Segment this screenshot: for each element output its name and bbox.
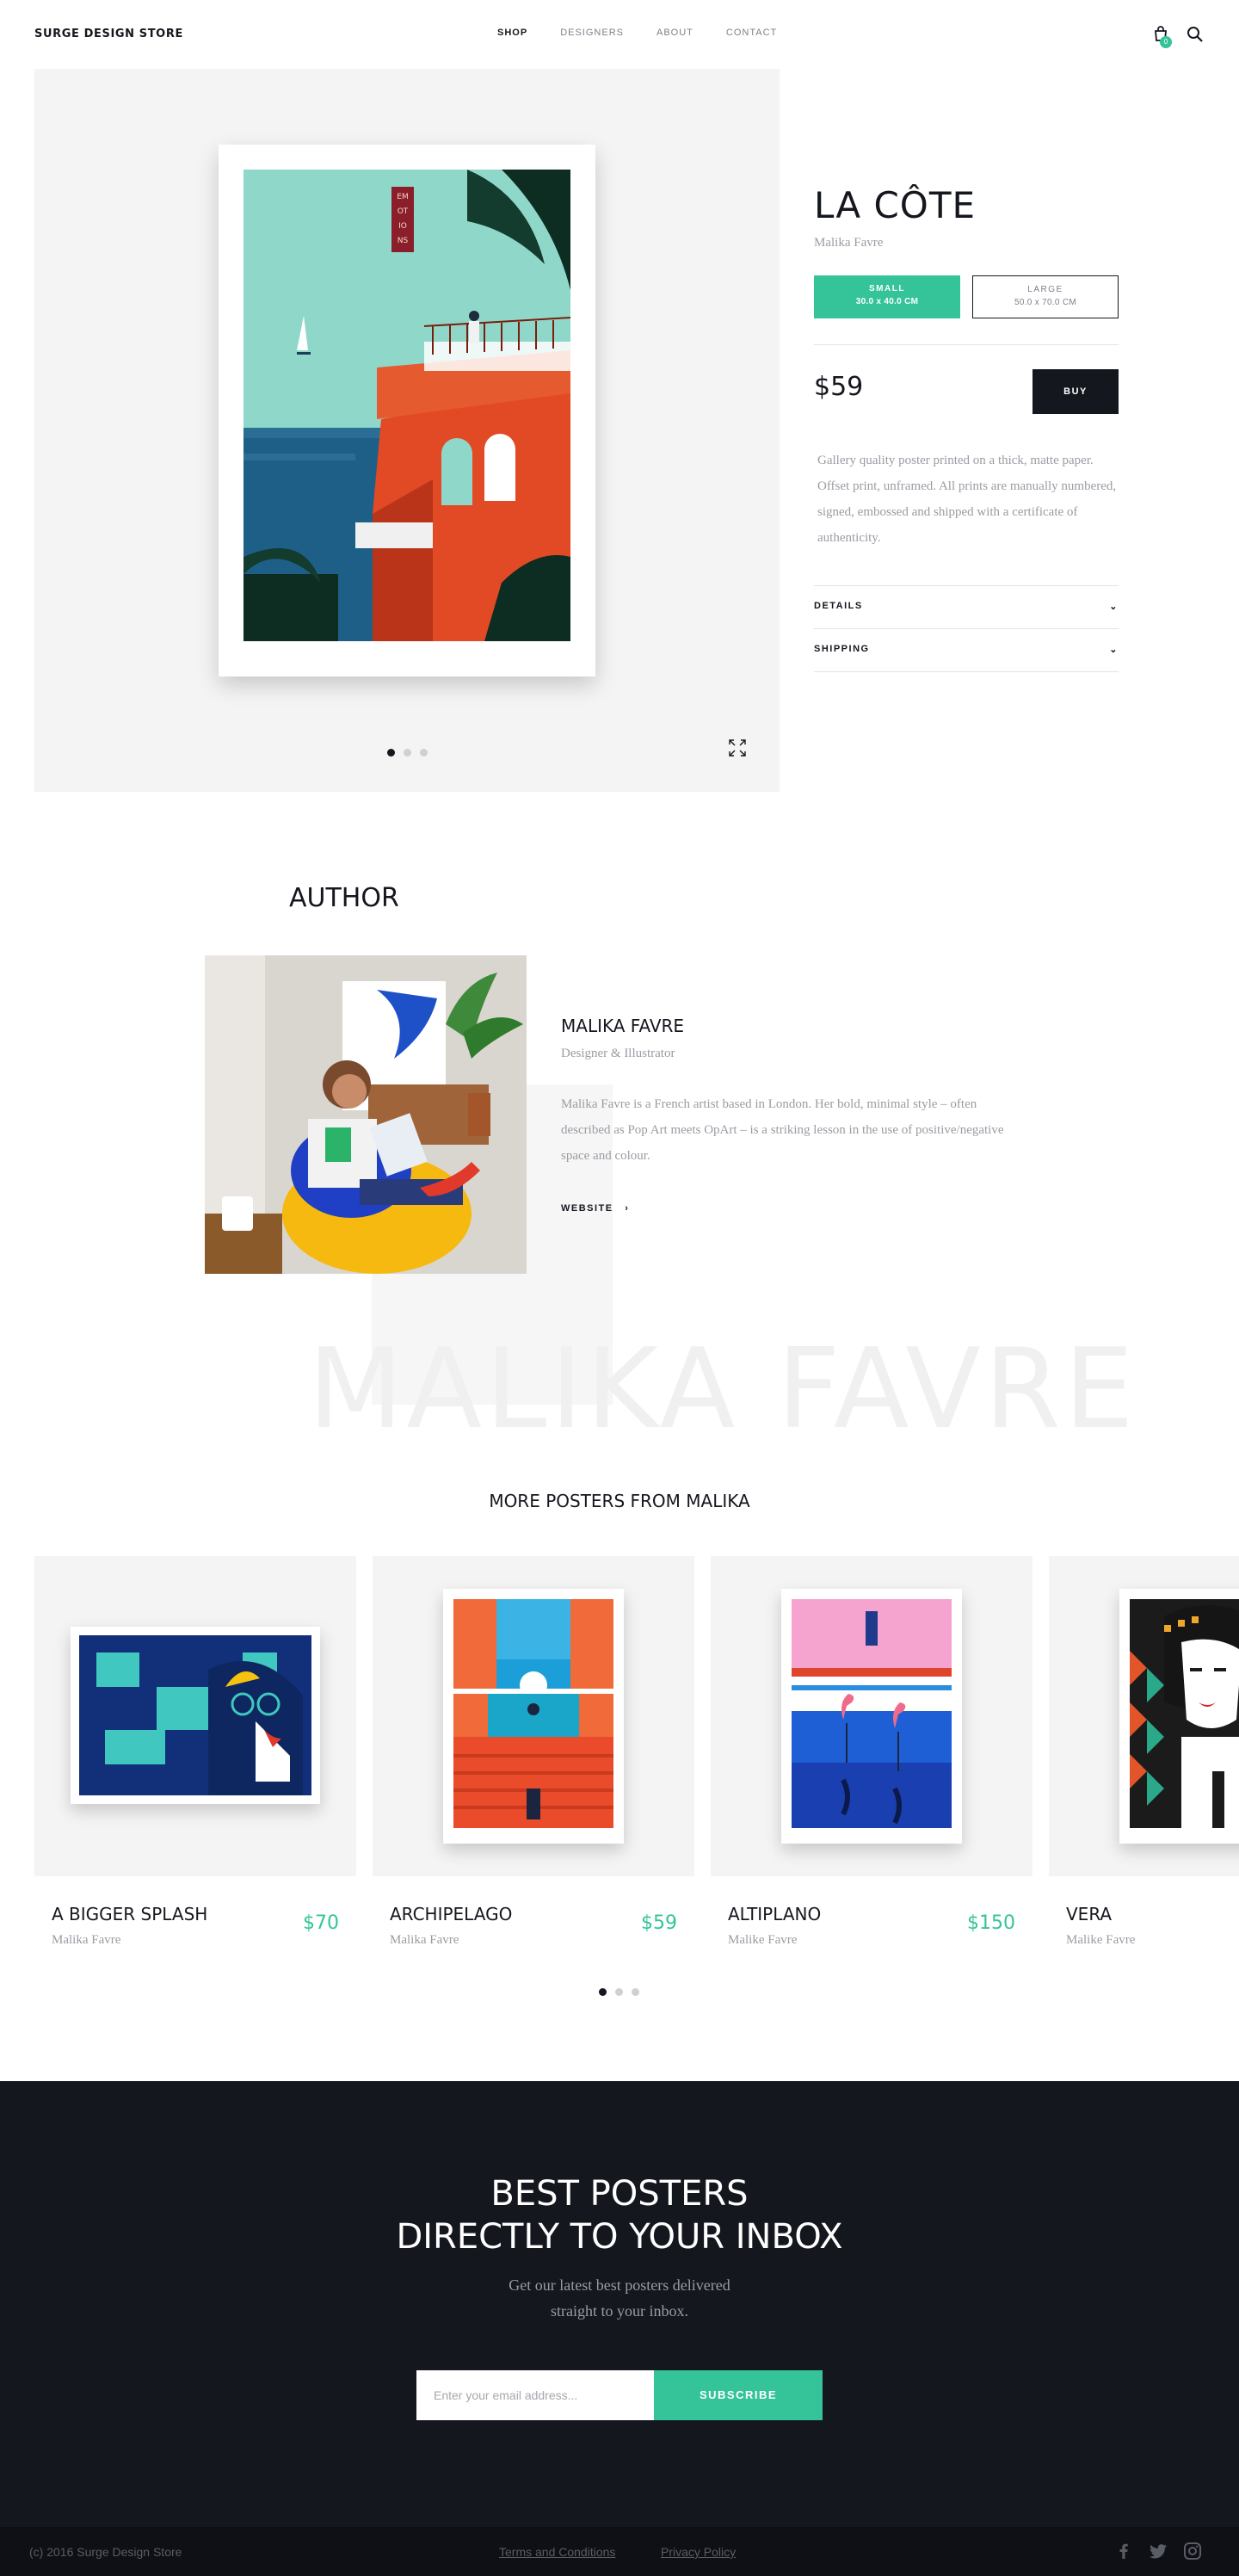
email-field[interactable] [416, 2370, 654, 2420]
author-bio: Malika Favre is a French artist based in… [561, 1097, 1004, 1163]
card-price: $70 [303, 1912, 339, 1934]
author-photo [205, 955, 527, 1274]
product-title: LA CÔTE [814, 184, 977, 226]
divider [814, 344, 1119, 345]
facebook-icon[interactable] [1113, 2541, 1134, 2561]
nav-shop[interactable]: SHOP [497, 28, 527, 38]
card-author: Malika Favre [390, 1933, 459, 1947]
gallery-dot[interactable] [420, 749, 428, 757]
poster-frame [443, 1589, 624, 1844]
footer: (c) 2016 Surge Design Store Terms and Co… [0, 2527, 1239, 2576]
nav-designers[interactable]: DESIGNERS [560, 28, 624, 38]
card-price: $59 [641, 1912, 677, 1934]
product-price: $59 [814, 372, 864, 402]
website-label: WEBSITE [561, 1203, 613, 1214]
author-role: Designer & Illustrator [561, 1047, 675, 1060]
accordion-label: SHIPPING [814, 644, 870, 654]
privacy-link[interactable]: Privacy Policy [661, 2545, 736, 2559]
chevron-down-icon: ⌄ [1109, 602, 1119, 612]
poster-archipelago-image [453, 1599, 613, 1828]
size-small-option[interactable]: SMALL 30.0 x 40.0 CM [814, 275, 960, 318]
carousel-dot[interactable] [615, 1988, 623, 1996]
gallery-pagination [387, 749, 428, 757]
newsletter-title-line: DIRECTLY TO YOUR INBOX [396, 2217, 843, 2257]
size-dimensions: 30.0 x 40.0 CM [855, 297, 919, 306]
product-gallery: EM OT IO NS [34, 69, 780, 792]
chevron-right-icon: › [617, 1203, 630, 1214]
card-author: Malike Favre [728, 1933, 798, 1947]
subscribe-button[interactable]: SUBSCRIBE [654, 2370, 823, 2420]
author-name: MALIKA FAVRE [561, 1016, 685, 1036]
header: SURGE DESIGN STORE SHOP DESIGNERS ABOUT … [0, 0, 1239, 69]
card-title[interactable]: VERA [1066, 1904, 1112, 1924]
poster-card[interactable]: A BIGGER SPLASH Malika Favre $70 [34, 1556, 356, 1947]
poster-card-image[interactable] [34, 1556, 356, 1876]
poster-frame [1119, 1589, 1239, 1844]
accordion-details[interactable]: DETAILS ⌄ [814, 601, 1119, 612]
poster-frame [781, 1589, 962, 1844]
main-nav: SHOP DESIGNERS ABOUT CONTACT [497, 28, 810, 38]
carousel-dot[interactable] [599, 1988, 607, 1996]
instagram-icon[interactable] [1182, 2541, 1203, 2561]
size-dimensions: 50.0 x 70.0 CM [1014, 298, 1076, 307]
gallery-dot[interactable] [404, 749, 411, 757]
card-title[interactable]: A BIGGER SPLASH [52, 1904, 207, 1924]
poster-card-image[interactable] [373, 1556, 694, 1876]
newsletter-title-line: BEST POSTERS [490, 2174, 749, 2214]
newsletter-subtitle-line: straight to your inbox. [551, 2302, 688, 2320]
carousel-pagination [599, 1988, 639, 1996]
card-title[interactable]: ALTIPLANO [728, 1904, 821, 1924]
divider [814, 585, 1119, 586]
divider [814, 671, 1119, 672]
gallery-dot[interactable] [387, 749, 395, 757]
size-label: LARGE [1027, 285, 1063, 294]
expand-icon[interactable] [728, 738, 747, 757]
card-author: Malike Favre [1066, 1933, 1136, 1947]
brand-logo[interactable]: SURGE DESIGN STORE [34, 28, 183, 40]
poster-card[interactable]: ALTIPLANO Malike Favre $150 [711, 1556, 1032, 1947]
card-price: $150 [967, 1912, 1015, 1934]
website-link[interactable]: WEBSITE › [561, 1203, 629, 1214]
accordion-shipping[interactable]: SHIPPING ⌄ [814, 644, 1119, 655]
divider [814, 628, 1119, 629]
accordion-label: DETAILS [814, 601, 863, 611]
nav-about[interactable]: ABOUT [656, 28, 693, 38]
newsletter-title: BEST POSTERS DIRECTLY TO YOUR INBOX [0, 2172, 1239, 2258]
cart-count-badge: 0 [1160, 36, 1172, 48]
size-label: SMALL [869, 284, 905, 293]
author-watermark: MALIKA FAVRE [308, 1325, 1137, 1454]
copyright-text: (c) 2016 Surge Design Store [29, 2545, 182, 2559]
card-title[interactable]: ARCHIPELAGO [390, 1904, 512, 1924]
poster-text-ns: NS [398, 237, 409, 245]
terms-link[interactable]: Terms and Conditions [499, 2545, 615, 2559]
poster-text-ot: OT [398, 207, 409, 216]
poster-altiplano-image [792, 1599, 952, 1828]
buy-button[interactable]: BUY [1032, 369, 1119, 414]
poster-vera-image [1130, 1599, 1239, 1828]
poster-card-image[interactable] [1049, 1556, 1239, 1876]
newsletter-subtitle: Get our latest best posters delivered st… [0, 2272, 1239, 2324]
poster-card[interactable]: ARCHIPELAGO Malika Favre $59 [373, 1556, 694, 1947]
poster-la-cote-image: EM OT IO NS [243, 170, 570, 641]
poster-text-io: IO [398, 222, 407, 231]
poster-a-bigger-splash-image [79, 1635, 311, 1795]
card-author: Malika Favre [52, 1933, 121, 1947]
product-author[interactable]: Malika Favre [814, 236, 883, 250]
poster-card[interactable]: VERA Malike Favre [1049, 1556, 1239, 1947]
newsletter-subtitle-line: Get our latest best posters delivered [509, 2276, 730, 2294]
author-heading: AUTHOR [289, 883, 399, 913]
product-description: Gallery quality poster printed on a thic… [817, 454, 1117, 545]
twitter-icon[interactable] [1148, 2541, 1168, 2561]
poster-frame [71, 1627, 320, 1804]
newsletter-section: BEST POSTERS DIRECTLY TO YOUR INBOX Get … [0, 2081, 1239, 2527]
carousel-dot[interactable] [632, 1988, 639, 1996]
poster-card-image[interactable] [711, 1556, 1032, 1876]
more-posters-heading: MORE POSTERS FROM MALIKA [489, 1491, 750, 1511]
nav-contact[interactable]: CONTACT [726, 28, 777, 38]
poster-frame: EM OT IO NS [219, 145, 595, 676]
size-large-option[interactable]: LARGE 50.0 x 70.0 CM [972, 275, 1119, 318]
poster-text-em: EM [397, 193, 408, 201]
chevron-down-icon: ⌄ [1109, 645, 1119, 655]
search-icon[interactable] [1186, 25, 1205, 44]
